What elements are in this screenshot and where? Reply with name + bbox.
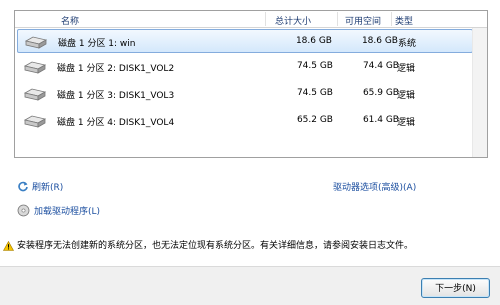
partition-total-size: 74.5 GB <box>296 88 333 98</box>
partition-type: 逻辑 <box>397 91 416 101</box>
partition-name: 磁盘 1 分区 2: DISK1_VOL2 <box>57 64 175 74</box>
table-row-partition-2[interactable]: 磁盘 1 分区 2: DISK1_VOL2 74.5 GB 74.4 GB 逻辑 <box>17 55 473 79</box>
table-scrollbar[interactable] <box>472 28 487 157</box>
partition-type: 系统 <box>398 39 417 49</box>
refresh-label: 刷新 <box>32 183 51 193</box>
drive-options-link[interactable]: 驱动器选项(高级)(A) <box>333 180 416 193</box>
refresh-shortcut: (R) <box>50 183 64 193</box>
col-header-total[interactable]: 总计大小 <box>275 14 311 27</box>
table-row-partition-4[interactable]: 磁盘 1 分区 4: DISK1_VOL4 65.2 GB 61.4 GB 逻辑 <box>17 109 473 133</box>
disk-icon <box>24 36 48 49</box>
partition-free-space: 65.9 GB <box>362 88 399 98</box>
column-divider <box>391 12 392 26</box>
table-row-partition-3[interactable]: 磁盘 1 分区 3: DISK1_VOL3 74.5 GB 65.9 GB 逻辑 <box>17 82 473 106</box>
warning-icon <box>3 241 14 251</box>
partition-name: 磁盘 1 分区 3: DISK1_VOL3 <box>57 91 175 101</box>
column-divider <box>337 12 338 26</box>
disk-icon <box>23 61 47 74</box>
next-shortcut: (N) <box>462 284 476 294</box>
col-header-free[interactable]: 可用空间 <box>345 14 381 27</box>
partition-free-space: 18.6 GB <box>361 36 398 46</box>
column-divider <box>265 12 266 26</box>
partition-total-size: 65.2 GB <box>296 115 333 125</box>
drive-options-label: 驱动器选项(高级) <box>333 183 404 193</box>
partition-name: 磁盘 1 分区 1: win <box>58 39 136 49</box>
load-driver-shortcut: (L) <box>88 207 101 217</box>
partition-total-size: 18.6 GB <box>295 36 332 46</box>
disk-icon <box>23 88 47 101</box>
next-label: 下一步 <box>435 284 463 294</box>
disk-icon <box>23 115 47 128</box>
partition-free-space: 61.4 GB <box>362 115 399 125</box>
partition-free-space: 74.4 GB <box>362 61 399 71</box>
load-driver-label: 加载驱动程序 <box>34 207 89 217</box>
col-header-type[interactable]: 类型 <box>395 14 413 27</box>
partition-type: 逻辑 <box>397 118 416 128</box>
drive-options-shortcut: (A) <box>403 183 417 193</box>
next-button[interactable]: 下一步(N) <box>421 278 490 298</box>
footer-bar: 下一步(N) <box>0 266 500 305</box>
table-header: 名称 总计大小 可用空间 类型 <box>15 11 487 28</box>
partition-total-size: 74.5 GB <box>296 61 333 71</box>
partition-name: 磁盘 1 分区 4: DISK1_VOL4 <box>57 118 175 128</box>
warning-message: 安装程序无法创建新的系统分区，也无法定位现有系统分区。有关详细信息，请参阅安装日… <box>17 241 414 251</box>
refresh-icon <box>18 181 28 192</box>
table-row-partition-1[interactable]: 磁盘 1 分区 1: win 18.6 GB 18.6 GB 系统 <box>17 29 473 53</box>
col-header-name[interactable]: 名称 <box>61 14 79 27</box>
partition-table: 名称 总计大小 可用空间 类型 磁盘 1 分区 1: win 18.6 GB 1… <box>14 10 488 158</box>
partition-type: 逻辑 <box>397 64 416 74</box>
disc-icon <box>17 204 30 217</box>
